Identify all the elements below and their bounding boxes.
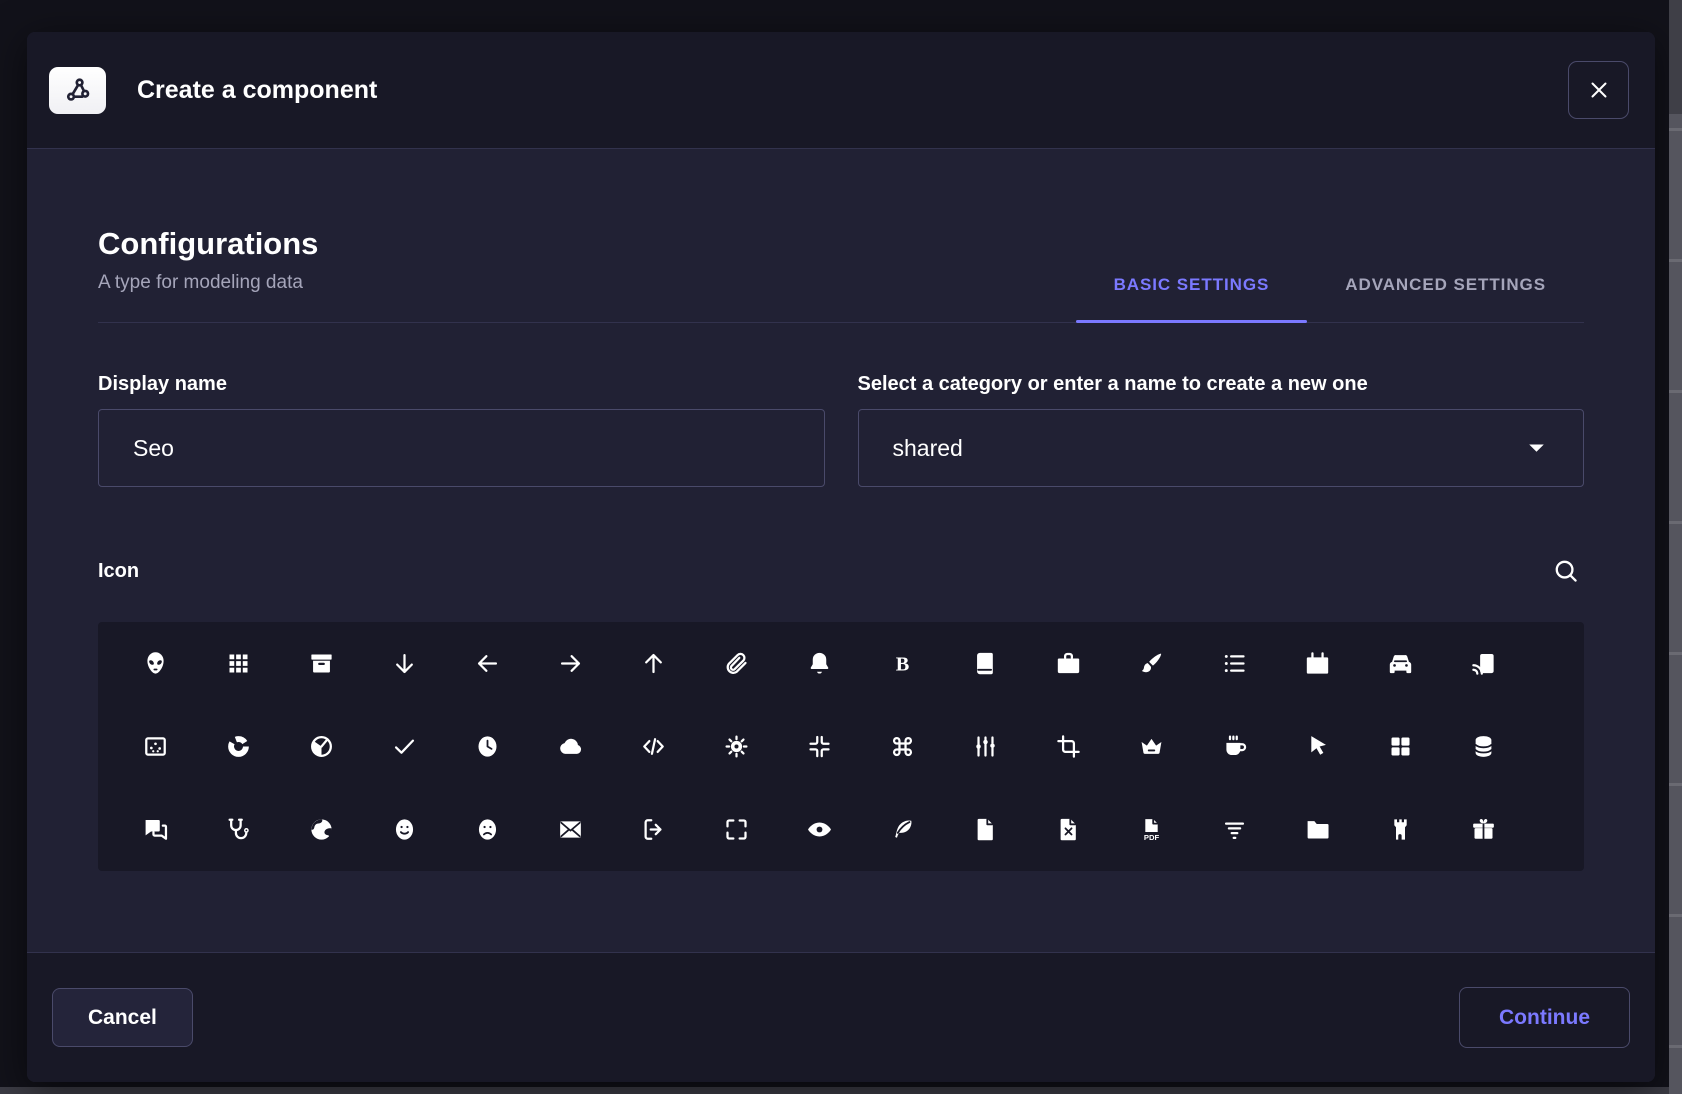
cancel-button[interactable]: Cancel: [52, 988, 193, 1047]
icon-file[interactable]: [944, 788, 1027, 871]
section-subtitle: A type for modeling data: [98, 272, 318, 294]
icon-attachment[interactable]: [695, 622, 778, 705]
category-select-value: shared: [893, 435, 963, 462]
component-icon: [49, 67, 106, 114]
icon-cast[interactable]: [1442, 622, 1525, 705]
icon-cup[interactable]: [1193, 705, 1276, 788]
icon-cog[interactable]: [695, 705, 778, 788]
create-component-modal: Create a component Configurations A type…: [27, 32, 1655, 1082]
category-field: Select a category or enter a name to cre…: [858, 373, 1585, 487]
icon-brush[interactable]: [1110, 622, 1193, 705]
icon-archive[interactable]: [280, 622, 363, 705]
icon-dashboard[interactable]: [1359, 705, 1442, 788]
icon-emotionUnhappy[interactable]: [446, 788, 529, 871]
category-label: Select a category or enter a name to cre…: [858, 373, 1585, 396]
icon-cursor[interactable]: [1276, 705, 1359, 788]
icon-arrowDown[interactable]: [363, 622, 446, 705]
category-select[interactable]: shared: [858, 409, 1585, 487]
icon-envelop[interactable]: [529, 788, 612, 871]
display-name-field: Display name: [98, 373, 825, 487]
icon-car[interactable]: [1359, 622, 1442, 705]
page-scrollbar[interactable]: [1669, 0, 1682, 1094]
display-name-input[interactable]: [98, 409, 825, 487]
caret-down-icon: [1524, 436, 1549, 461]
tab-basic-settings[interactable]: BASIC SETTINGS: [1076, 275, 1308, 322]
icon-bulletList[interactable]: [1193, 622, 1276, 705]
continue-button[interactable]: Continue: [1459, 987, 1630, 1048]
icon-expand[interactable]: [695, 788, 778, 871]
icon-earth[interactable]: [280, 788, 363, 871]
icon-chartBubble[interactable]: [114, 705, 197, 788]
modal-footer: Cancel Continue: [27, 952, 1655, 1082]
page-scrollbar-track-top: [1669, 0, 1682, 114]
icon-arrowRight[interactable]: [529, 622, 612, 705]
icon-code[interactable]: [612, 705, 695, 788]
icon-discuss[interactable]: [114, 788, 197, 871]
icon-chartCircle[interactable]: [197, 705, 280, 788]
icon-feather[interactable]: [861, 788, 944, 871]
modal-header: Create a component: [27, 32, 1655, 149]
search-icon: [1552, 557, 1580, 585]
icon-cloud[interactable]: [529, 705, 612, 788]
icon-crop[interactable]: [1027, 705, 1110, 788]
icon-filePdf[interactable]: PDF: [1110, 788, 1193, 871]
tab-advanced-settings[interactable]: ADVANCED SETTINGS: [1307, 275, 1584, 322]
icon-alien[interactable]: [114, 622, 197, 705]
icon-chartPie[interactable]: [280, 705, 363, 788]
icon-gift[interactable]: [1442, 788, 1525, 871]
icon-exit[interactable]: [612, 788, 695, 871]
background-page-edge: [0, 1087, 1682, 1094]
icon-filter[interactable]: [1193, 788, 1276, 871]
icon-bold[interactable]: B: [861, 622, 944, 705]
icon-fileError[interactable]: [1027, 788, 1110, 871]
icon-picker-header: Icon: [98, 553, 1584, 589]
icon-emotionHappy[interactable]: [363, 788, 446, 871]
icon-book[interactable]: [944, 622, 1027, 705]
close-icon: [1587, 78, 1611, 102]
icon-search-button[interactable]: [1548, 553, 1584, 589]
icon-folder[interactable]: [1276, 788, 1359, 871]
icon-apps[interactable]: [197, 622, 280, 705]
close-button[interactable]: [1568, 61, 1629, 119]
icon-database[interactable]: [1442, 705, 1525, 788]
icon-briefcase[interactable]: [1027, 622, 1110, 705]
icon-castle[interactable]: [1359, 788, 1442, 871]
icon-collapse[interactable]: [778, 705, 861, 788]
icon-bell[interactable]: [778, 622, 861, 705]
svg-text:PDF: PDF: [1144, 833, 1160, 842]
modal-body: Configurations A type for modeling data …: [27, 149, 1655, 952]
section-title: Configurations: [98, 225, 318, 263]
icon-picker-label: Icon: [98, 560, 139, 583]
icon-arrowUp[interactable]: [612, 622, 695, 705]
form-fields: Display name Select a category or enter …: [98, 373, 1584, 487]
icon-check[interactable]: [363, 705, 446, 788]
icon-crown[interactable]: [1110, 705, 1193, 788]
icon-eye[interactable]: [778, 788, 861, 871]
icon-doctor[interactable]: [197, 788, 280, 871]
tab-list: BASIC SETTINGS ADVANCED SETTINGS: [1076, 275, 1584, 322]
icon-grid: B PDF: [98, 622, 1584, 871]
modal-title: Create a component: [137, 76, 377, 105]
svg-text:B: B: [896, 653, 910, 675]
section-titles: Configurations A type for modeling data: [98, 225, 318, 322]
icon-clock[interactable]: [446, 705, 529, 788]
icon-connector[interactable]: [944, 705, 1027, 788]
icon-arrowLeft[interactable]: [446, 622, 529, 705]
display-name-label: Display name: [98, 373, 825, 396]
icon-command[interactable]: [861, 705, 944, 788]
icon-calendar[interactable]: [1276, 622, 1359, 705]
section-header: Configurations A type for modeling data …: [98, 225, 1584, 323]
